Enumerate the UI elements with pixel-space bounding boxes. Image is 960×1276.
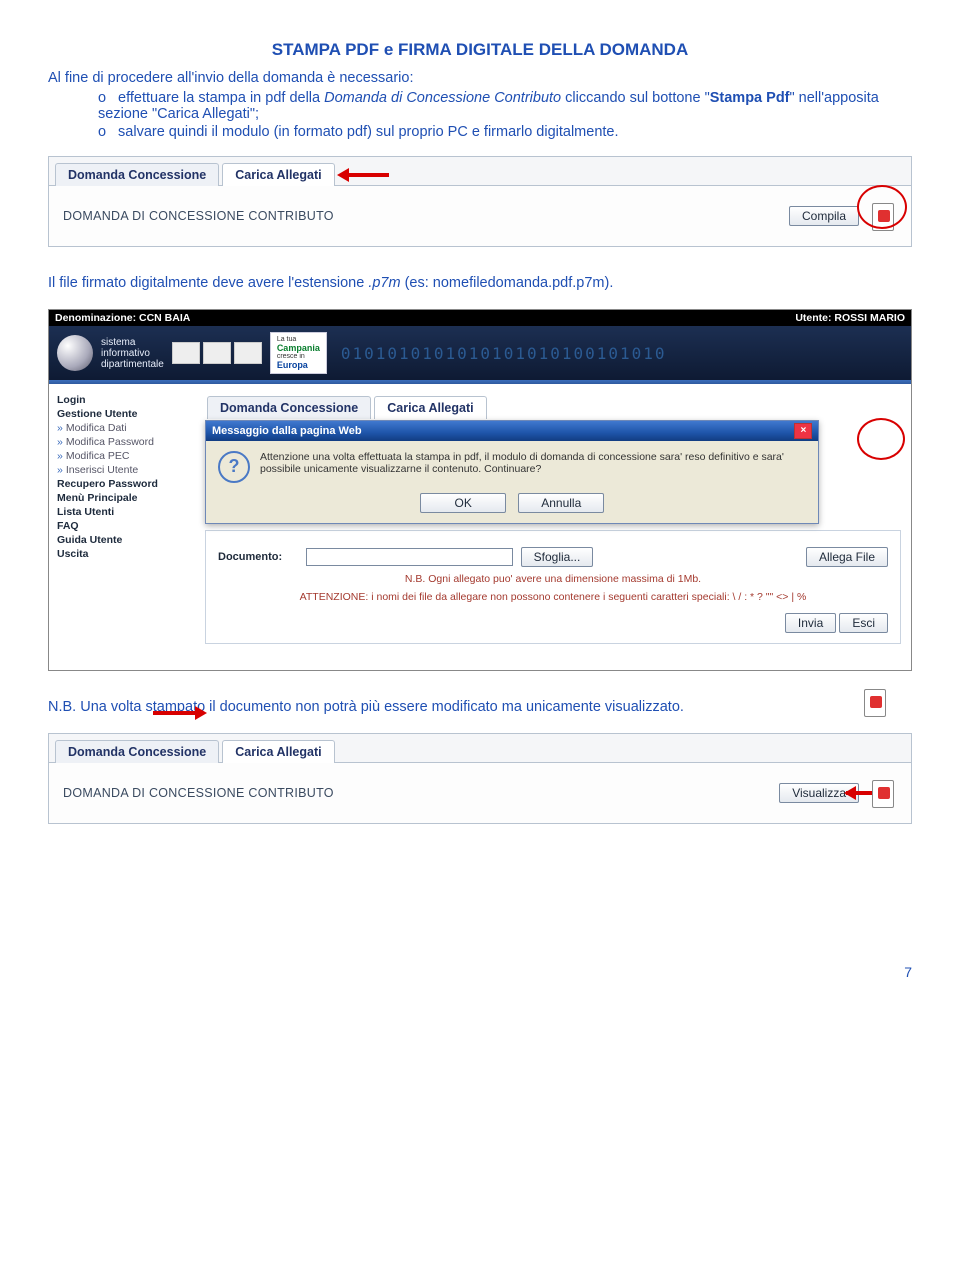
main-area: Domanda Concessione Carica Allegati Mess… (205, 384, 911, 670)
bullet-1: o effettuare la stampa in pdf della Doma… (98, 90, 912, 122)
chars-warning: ATTENZIONE: i nomi dei file da allegare … (218, 591, 888, 603)
visualizza-button[interactable]: Visualizza (779, 783, 859, 803)
side-login[interactable]: Login (57, 394, 197, 406)
side-modifica-password[interactable]: »Modifica Password (57, 436, 197, 448)
side-faq[interactable]: FAQ (57, 520, 197, 532)
question-icon: ? (218, 451, 250, 483)
panel-row: DOMANDA DI CONCESSIONE CONTRIBUTO Visual… (49, 763, 911, 823)
tab-bar: Domanda Concessione Carica Allegati (49, 157, 911, 186)
side-inserisci-utente[interactable]: »Inserisci Utente (57, 464, 197, 476)
side-lista[interactable]: Lista Utenti (57, 506, 197, 518)
side-recupero[interactable]: Recupero Password (57, 478, 197, 490)
bullet-2: o salvare quindi il modulo (in formato p… (98, 124, 912, 140)
compila-button[interactable]: Compila (789, 206, 859, 226)
bullet-marker: o (98, 124, 114, 140)
panel-row: DOMANDA DI CONCESSIONE CONTRIBUTO Compil… (49, 186, 911, 246)
p7m-ext: .p7m (368, 275, 400, 291)
bullet-bold: Stampa Pdf (710, 90, 790, 106)
side-modifica-pec[interactable]: »Modifica PEC (57, 450, 197, 462)
intro-text: Al fine di procedere all'invio della dom… (48, 70, 912, 86)
form-area: Documento: Sfoglia... Allega File N.B. O… (205, 530, 901, 644)
panel-visualizza: Domanda Concessione Carica Allegati DOMA… (48, 733, 912, 824)
allega-file-button[interactable]: Allega File (806, 547, 888, 567)
tab-domanda[interactable]: Domanda Concessione (55, 740, 219, 763)
main-tab-domanda[interactable]: Domanda Concessione (207, 396, 371, 419)
dialog-message: Attenzione una volta effettuata la stamp… (260, 451, 806, 483)
p7m-pre: Il file firmato digitalmente deve avere … (48, 275, 368, 291)
annotation-ellipse (857, 418, 905, 460)
top-black-bar: Denominazione: CCN BAIA Utente: ROSSI MA… (49, 310, 911, 326)
side-uscita[interactable]: Uscita (57, 548, 197, 560)
bullet-text: salvare quindi il modulo (in formato pdf… (118, 124, 618, 140)
dialog-title: Messaggio dalla pagina Web (212, 425, 362, 437)
sys-body: Login Gestione Utente »Modifica Dati »Mo… (49, 384, 911, 670)
pdf-icon[interactable] (869, 202, 897, 230)
tab-carica-allegati[interactable]: Carica Allegati (222, 163, 334, 186)
p7m-note: Il file firmato digitalmente deve avere … (48, 275, 912, 291)
logo-icon (57, 335, 93, 371)
annotation-arrow-icon (333, 170, 389, 180)
tab-bar: Domanda Concessione Carica Allegati (49, 734, 911, 763)
banner-campania: La tua Campania cresce in Europa (270, 332, 327, 374)
close-icon[interactable]: × (794, 423, 812, 439)
annotation-arrow-icon (153, 708, 213, 718)
tab-domanda[interactable]: Domanda Concessione (55, 163, 219, 186)
banner-bits: 0101010101010101010100101010 (327, 344, 903, 363)
bullet-list: o effettuare la stampa in pdf della Doma… (98, 90, 912, 140)
row-label: DOMANDA DI CONCESSIONE CONTRIBUTO (63, 209, 779, 223)
invia-button[interactable]: Invia (785, 613, 836, 633)
side-modifica-dati[interactable]: »Modifica Dati (57, 422, 197, 434)
button-label: Visualizza (792, 786, 846, 800)
sidebar: Login Gestione Utente »Modifica Dati »Mo… (49, 384, 205, 670)
main-tab-allegati[interactable]: Carica Allegati (374, 396, 486, 419)
side-guida[interactable]: Guida Utente (57, 534, 197, 546)
documento-input[interactable] (306, 548, 513, 566)
bullet-marker: o (98, 90, 114, 106)
bullet-text: effettuare la stampa in pdf della (118, 90, 324, 106)
documento-field: Documento: Sfoglia... Allega File (218, 547, 888, 567)
esci-button[interactable]: Esci (839, 613, 888, 633)
panel-compila: Domanda Concessione Carica Allegati DOMA… (48, 156, 912, 247)
page-number: 7 (48, 964, 912, 980)
bullet-text-mid: cliccando sul bottone " (561, 90, 710, 106)
pdf-icon[interactable] (869, 779, 897, 807)
side-menu[interactable]: Menù Principale (57, 492, 197, 504)
banner-text: sistemainformativodipartimentale (101, 337, 164, 370)
pdf-icon[interactable] (861, 688, 889, 716)
page-heading: STAMPA PDF e FIRMA DIGITALE DELLA DOMAND… (48, 40, 912, 60)
size-note: N.B. Ogni allegato puo' avere una dimens… (218, 573, 888, 585)
row-label: DOMANDA DI CONCESSIONE CONTRIBUTO (63, 786, 769, 800)
denominazione: Denominazione: CCN BAIA (55, 312, 190, 324)
documento-label: Documento: (218, 551, 298, 563)
annulla-button[interactable]: Annulla (518, 493, 604, 513)
banner-badges (172, 342, 262, 364)
modal-dialog: Messaggio dalla pagina Web × ? Attenzion… (205, 420, 819, 524)
banner: sistemainformativodipartimentale La tua … (49, 326, 911, 380)
tab-label: Carica Allegati (235, 168, 321, 182)
p7m-post: (es: nomefiledomanda.pdf.p7m). (401, 275, 614, 291)
annotation-arrow-pdf (153, 706, 849, 722)
system-screenshot: Denominazione: CCN BAIA Utente: ROSSI MA… (48, 309, 912, 671)
dialog-titlebar: Messaggio dalla pagina Web × (206, 421, 818, 441)
side-gestione[interactable]: Gestione Utente (57, 408, 197, 420)
sfoglia-button[interactable]: Sfoglia... (521, 547, 594, 567)
main-tabs: Domanda Concessione Carica Allegati (205, 390, 901, 418)
utente: Utente: ROSSI MARIO (795, 312, 905, 324)
ok-button[interactable]: OK (420, 493, 506, 513)
tab-carica-allegati[interactable]: Carica Allegati (222, 740, 334, 763)
bullet-italic: Domanda di Concessione Contributo (324, 90, 561, 106)
